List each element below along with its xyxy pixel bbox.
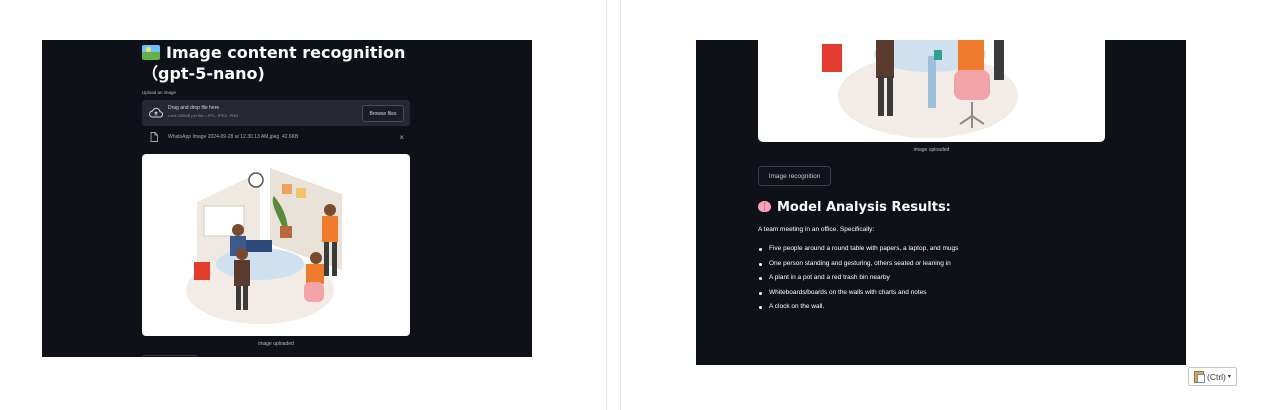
image-caption: image uploaded [258, 341, 294, 347]
brain-icon [758, 201, 771, 212]
list-item: A clock on the wall. [758, 303, 958, 318]
remove-file-icon[interactable]: × [399, 133, 404, 142]
office-meeting-illustration-bottom [822, 40, 1018, 138]
file-name: WhatsApp Image 2024-09-28 at 12.30.13 AM… [168, 134, 298, 140]
office-meeting-illustration [186, 168, 342, 324]
results-list: Five people around a round table with pa… [758, 245, 958, 318]
dropzone-text: Drag and drop file here [168, 105, 220, 111]
left-app-screenshot: Image content recognition（gpt-5-nano) Up… [42, 40, 532, 357]
results-intro: A team meeting in an office. Specificall… [758, 226, 875, 233]
file-name-text: WhatsApp Image 2024-09-28 at 12.30.13 AM… [168, 134, 280, 140]
page-divider-right [620, 0, 621, 410]
list-item: One person standing and gesturing, other… [758, 260, 958, 275]
uploaded-image-scrolled [758, 40, 1105, 142]
browse-files-button[interactable]: Browse files [362, 105, 404, 122]
page-title-text: Image content recognition（gpt-5-nano) [142, 43, 406, 83]
picture-icon [142, 45, 160, 60]
results-title: Model Analysis Results: [758, 200, 951, 215]
file-size: 42.6KB [281, 134, 299, 140]
page-title: Image content recognition（gpt-5-nano) [142, 42, 422, 84]
cloud-upload-icon [149, 107, 163, 118]
image-caption: image uploaded [913, 147, 950, 153]
list-item: A plant in a pot and a red trash bin nea… [758, 274, 958, 289]
clipboard-icon [1194, 370, 1205, 383]
page-divider-left [606, 0, 607, 410]
dropzone-limit: Limit 200MB per file • JPG, JPEG, PNG [168, 113, 239, 118]
right-app-screenshot: image uploaded Image recognition Model A… [696, 40, 1186, 365]
file-icon [150, 132, 158, 142]
image-recognition-button-partial[interactable] [142, 355, 198, 357]
paste-options-label: (Ctrl) [1207, 371, 1226, 382]
image-recognition-button[interactable]: Image recognition [758, 166, 831, 186]
chevron-down-icon: ▾ [1227, 374, 1231, 380]
upload-label: Upload an image [142, 90, 177, 95]
paste-options-button[interactable]: (Ctrl) ▾ [1188, 367, 1237, 386]
list-item: Whiteboards/boards on the walls with cha… [758, 289, 958, 304]
uploaded-image [142, 154, 410, 336]
uploaded-file-row: WhatsApp Image 2024-09-28 at 12.30.13 AM… [142, 132, 410, 144]
results-title-text: Model Analysis Results: [777, 200, 951, 215]
file-dropzone[interactable]: Drag and drop file here Limit 200MB per … [142, 100, 410, 126]
list-item: Five people around a round table with pa… [758, 245, 958, 260]
